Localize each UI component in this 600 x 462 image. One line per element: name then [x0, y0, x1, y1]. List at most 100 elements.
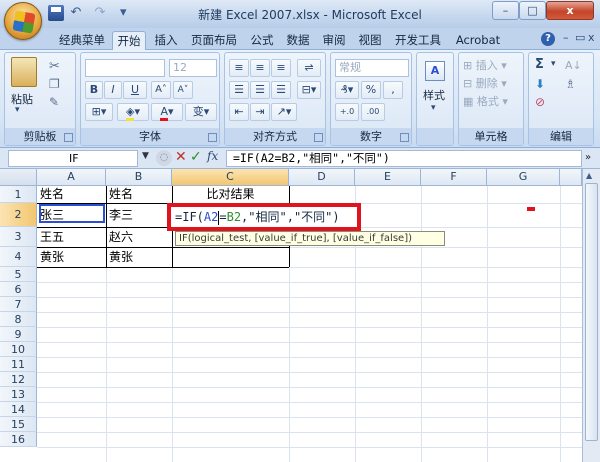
cell-b2[interactable]: 李三	[106, 207, 172, 224]
paste-dropdown-icon[interactable]: ▾	[15, 105, 20, 115]
row-header-5[interactable]: 5	[0, 267, 37, 282]
row-header-14[interactable]: 14	[0, 402, 37, 417]
font-color-button[interactable]: A▾	[151, 103, 183, 121]
close-button[interactable]: x	[546, 1, 594, 20]
format-cells-button[interactable]: ▦ 格式 ▾	[463, 93, 508, 109]
tab-review[interactable]: 审阅	[318, 31, 350, 50]
office-button[interactable]	[4, 2, 42, 40]
column-header-b[interactable]: B	[106, 169, 172, 186]
row-header-8[interactable]: 8	[0, 312, 37, 327]
enter-icon[interactable]: ✓	[190, 149, 202, 165]
tab-data[interactable]: 数据	[282, 31, 314, 50]
cell-b4[interactable]: 黄张	[106, 249, 172, 266]
styles-icon[interactable]: A	[425, 61, 445, 81]
row-header-10[interactable]: 10	[0, 342, 37, 357]
copy-icon[interactable]: ❐	[49, 77, 60, 91]
function-circle-icon[interactable]: ◌	[156, 150, 172, 166]
fill-color-button[interactable]: ◈▾	[117, 103, 149, 121]
number-launcher-icon[interactable]	[400, 133, 409, 142]
format-painter-icon[interactable]: ✎	[49, 95, 59, 109]
ribbon-restore-icon[interactable]: ▭	[575, 31, 585, 44]
row-header-11[interactable]: 11	[0, 357, 37, 372]
cell-b1[interactable]: 姓名	[106, 186, 172, 203]
row-header-2[interactable]: 2	[0, 203, 37, 227]
tab-home[interactable]: 开始	[112, 31, 146, 50]
font-name-combo[interactable]	[85, 59, 165, 77]
number-format-combo[interactable]: 常规	[335, 59, 409, 77]
maximize-button[interactable]: □	[519, 1, 546, 20]
font-launcher-icon[interactable]	[208, 133, 217, 142]
row-header-4[interactable]: 4	[0, 247, 37, 267]
column-header-h[interactable]	[560, 169, 582, 186]
row-header-13[interactable]: 13	[0, 387, 37, 402]
merge-center-button[interactable]: ⊟▾	[297, 81, 321, 99]
help-icon[interactable]: ?	[541, 32, 555, 46]
formula-input[interactable]: =IF(A2=B2,"相同","不同")	[226, 150, 582, 167]
align-left-button[interactable]: ☰	[229, 81, 249, 99]
name-box-dropdown-icon[interactable]: ▼	[142, 151, 149, 161]
align-middle-button[interactable]: ≡	[250, 59, 270, 77]
alignment-launcher-icon[interactable]	[314, 133, 323, 142]
cell-a4[interactable]: 黄张	[37, 249, 106, 266]
vertical-scrollbar[interactable]: ▲	[582, 169, 600, 462]
row-header-1[interactable]: 1	[0, 186, 37, 203]
cell-c1[interactable]: 比对结果	[172, 186, 289, 203]
borders-button[interactable]: ⊞▾	[85, 103, 113, 121]
tab-formulas[interactable]: 公式	[246, 31, 278, 50]
tab-developer[interactable]: 开发工具	[390, 31, 446, 50]
tab-classic-menu[interactable]: 经典菜单	[56, 31, 108, 50]
phonetic-button[interactable]: 变▾	[185, 103, 217, 121]
sort-filter-icon[interactable]: A↓	[565, 59, 582, 72]
autosum-icon[interactable]: Σ	[535, 57, 544, 72]
cell-a3[interactable]: 王五	[37, 229, 106, 246]
save-icon[interactable]	[48, 5, 64, 21]
find-select-icon[interactable]: ♗	[565, 77, 576, 91]
underline-button[interactable]: U	[123, 81, 147, 99]
ribbon-minimize-icon[interactable]: –	[563, 31, 569, 44]
name-box[interactable]: IF	[8, 150, 138, 167]
column-header-e[interactable]: E	[355, 169, 421, 186]
column-header-d[interactable]: D	[289, 169, 355, 186]
row-header-9[interactable]: 9	[0, 327, 37, 342]
select-all-button[interactable]	[0, 169, 37, 186]
orientation-button[interactable]: ↗▾	[271, 103, 297, 121]
cut-icon[interactable]: ✂	[49, 59, 60, 74]
percent-button[interactable]: %	[361, 81, 381, 99]
row-header-15[interactable]: 15	[0, 417, 37, 432]
expand-formula-bar-icon[interactable]: »	[585, 152, 591, 163]
insert-function-button[interactable]: fx	[207, 149, 218, 163]
row-header-12[interactable]: 12	[0, 372, 37, 387]
decrease-indent-button[interactable]: ⇤	[229, 103, 249, 121]
autosum-dropdown-icon[interactable]: ▾	[551, 59, 556, 69]
styles-label[interactable]: 样式	[423, 87, 445, 103]
align-center-button[interactable]: ☰	[250, 81, 270, 99]
clear-icon[interactable]: ⊘	[535, 95, 545, 109]
styles-dropdown-icon[interactable]: ▾	[431, 103, 436, 113]
cell-a1[interactable]: 姓名	[37, 186, 106, 203]
fill-icon[interactable]: ⬇	[535, 77, 545, 91]
bold-button[interactable]: B	[85, 81, 103, 99]
column-header-f[interactable]: F	[421, 169, 487, 186]
column-header-g[interactable]: G	[487, 169, 560, 186]
grow-font-button[interactable]: A˄	[151, 81, 171, 99]
column-header-a[interactable]: A	[37, 169, 106, 186]
undo-icon[interactable]: ↶	[68, 5, 84, 21]
increase-indent-button[interactable]: ⇥	[250, 103, 270, 121]
increase-decimal-button[interactable]: +.0	[335, 103, 359, 121]
row-header-16[interactable]: 16	[0, 432, 37, 447]
tab-acrobat[interactable]: Acrobat	[450, 31, 506, 50]
minimize-button[interactable]: –	[492, 1, 519, 20]
italic-button[interactable]: I	[104, 81, 122, 99]
comma-button[interactable]: ,	[383, 81, 403, 99]
wrap-text-button[interactable]: ⇌	[297, 59, 321, 77]
paste-icon[interactable]	[11, 57, 37, 87]
row-header-6[interactable]: 6	[0, 282, 37, 297]
row-header-7[interactable]: 7	[0, 297, 37, 312]
shrink-font-button[interactable]: A˅	[173, 81, 193, 99]
align-right-button[interactable]: ☰	[271, 81, 291, 99]
tab-insert[interactable]: 插入	[150, 31, 182, 50]
tab-view[interactable]: 视图	[354, 31, 386, 50]
decrease-decimal-button[interactable]: .00	[361, 103, 385, 121]
font-size-combo[interactable]: 12	[169, 59, 217, 77]
delete-cells-button[interactable]: ⊟ 删除 ▾	[463, 75, 507, 91]
